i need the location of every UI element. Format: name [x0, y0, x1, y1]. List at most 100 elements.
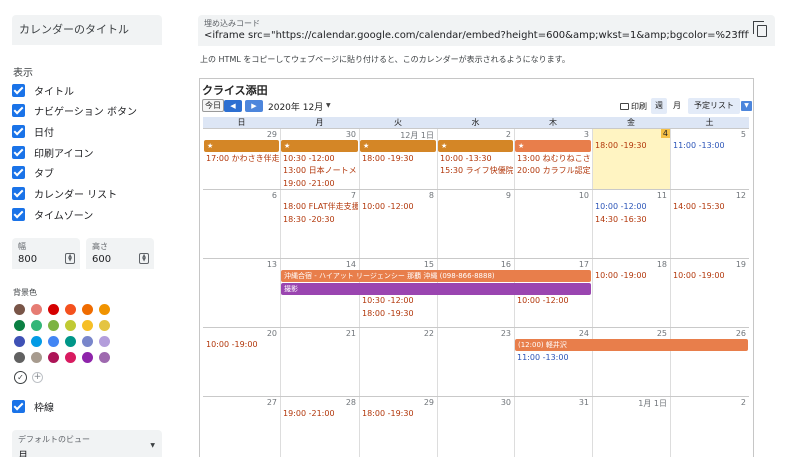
- day-number[interactable]: 22: [424, 329, 434, 338]
- day-number[interactable]: 31: [579, 398, 589, 407]
- day-number[interactable]: 7: [351, 191, 356, 200]
- show-print-icon-checkbox[interactable]: 印刷アイコン: [12, 144, 94, 160]
- day-cell[interactable]: 5: [670, 129, 749, 189]
- day-number[interactable]: 6: [272, 191, 277, 200]
- day-number[interactable]: 2: [741, 398, 746, 407]
- event-item[interactable]: 10:00 -13:30: [440, 153, 513, 164]
- calendar-title-input[interactable]: カレンダーのタイトル: [12, 15, 162, 45]
- color-swatch[interactable]: [82, 336, 93, 347]
- event-item[interactable]: 18:30 -20:30: [283, 214, 358, 225]
- event-item[interactable]: 11:00 -13:00: [517, 352, 591, 363]
- color-swatch[interactable]: [31, 320, 42, 331]
- event-bar[interactable]: 撮影: [281, 283, 591, 295]
- day-number[interactable]: 21: [346, 329, 356, 338]
- event-item[interactable]: 14:30 -16:30: [595, 214, 669, 225]
- event-item[interactable]: 18:00 -19:30: [362, 308, 436, 319]
- color-swatch[interactable]: [48, 320, 59, 331]
- day-number[interactable]: 13: [267, 260, 277, 269]
- event-bar[interactable]: 沖縄合宿 - ハイアット リージェンシー 那覇 沖縄 (098-866-8888…: [281, 270, 591, 282]
- tab-month[interactable]: 月: [669, 98, 685, 114]
- color-swatch[interactable]: [31, 336, 42, 347]
- color-swatch[interactable]: [99, 304, 110, 315]
- color-swatch[interactable]: [82, 304, 93, 315]
- height-stepper-icon[interactable]: ▲ ▼: [139, 253, 149, 264]
- event-item[interactable]: 10:30 -12:00: [362, 295, 436, 306]
- day-number[interactable]: 12: [736, 191, 746, 200]
- color-swatch[interactable]: [14, 320, 25, 331]
- day-cell[interactable]: 6: [203, 190, 280, 258]
- event-bar[interactable]: ★: [438, 140, 513, 152]
- color-swatch[interactable]: [14, 352, 25, 363]
- event-item[interactable]: 18:00 FLAT伴走支援会: [283, 201, 358, 212]
- day-cell[interactable]: 27: [203, 397, 280, 457]
- day-number[interactable]: 24: [579, 329, 589, 338]
- day-number[interactable]: 2: [506, 130, 511, 139]
- day-number[interactable]: 30: [346, 130, 356, 139]
- day-number[interactable]: 17: [579, 260, 589, 269]
- color-swatch[interactable]: [48, 336, 59, 347]
- checkbox-checked-icon[interactable]: [12, 124, 25, 138]
- event-item[interactable]: 18:00 -19:30: [362, 153, 436, 164]
- day-cell[interactable]: 22: [359, 328, 437, 396]
- event-item[interactable]: 14:00 -15:30: [673, 201, 748, 212]
- color-swatch[interactable]: [65, 352, 76, 363]
- day-number[interactable]: 23: [501, 329, 511, 338]
- day-number[interactable]: 30: [501, 398, 511, 407]
- color-swatch[interactable]: [31, 304, 42, 315]
- event-item[interactable]: 20:00 カラフル認定講座: [517, 165, 591, 176]
- copy-icon[interactable]: [753, 21, 767, 37]
- checkbox-checked-icon[interactable]: [12, 399, 25, 413]
- event-item[interactable]: 10:00 -19:00: [595, 270, 669, 281]
- day-number[interactable]: 19: [736, 260, 746, 269]
- show-date-checkbox[interactable]: 日付: [12, 123, 54, 139]
- day-number[interactable]: 8: [429, 191, 434, 200]
- month-picker-caret-icon[interactable]: ▼: [326, 102, 331, 109]
- day-number[interactable]: 10: [579, 191, 589, 200]
- color-swatch[interactable]: [65, 320, 76, 331]
- checkbox-checked-icon[interactable]: [12, 207, 25, 221]
- day-cell[interactable]: 13: [203, 259, 280, 327]
- day-number[interactable]: 18: [657, 260, 667, 269]
- show-title-checkbox[interactable]: タイトル: [12, 82, 74, 98]
- show-calendar-list-checkbox[interactable]: カレンダー リスト: [12, 186, 117, 202]
- day-number[interactable]: 15: [424, 260, 434, 269]
- default-view-select[interactable]: デフォルトのビュー 月 ▼: [12, 430, 162, 457]
- event-item[interactable]: 11:00 -13:00: [673, 140, 748, 151]
- day-number[interactable]: 28: [346, 398, 356, 407]
- color-swatch[interactable]: [31, 352, 42, 363]
- day-number[interactable]: 5: [741, 130, 746, 139]
- event-item[interactable]: 10:30 -12:00: [283, 153, 358, 164]
- color-swatch[interactable]: [99, 320, 110, 331]
- event-item[interactable]: 18:00 -19:30: [362, 408, 436, 419]
- day-number[interactable]: 27: [267, 398, 277, 407]
- event-bar[interactable]: (12:00) 軽井沢: [515, 339, 748, 351]
- event-item[interactable]: 10:00 -12:00: [517, 295, 591, 306]
- embed-code-field[interactable]: 埋め込みコード <iframe src="https://calendar.go…: [198, 15, 775, 46]
- show-timezone-checkbox[interactable]: タイムゾーン: [12, 206, 93, 222]
- event-item[interactable]: 18:00 -19:30: [595, 140, 669, 151]
- event-bar[interactable]: ★: [281, 140, 358, 152]
- event-item[interactable]: 13:00 日本ノートメッセ: [283, 165, 358, 176]
- event-item[interactable]: 10:00 -19:00: [206, 339, 279, 350]
- event-item[interactable]: 19:00 -21:00: [283, 178, 358, 189]
- day-cell[interactable]: 4: [592, 129, 670, 189]
- day-number[interactable]: 3: [584, 130, 589, 139]
- color-swatch[interactable]: [48, 352, 59, 363]
- day-cell[interactable]: 30: [437, 397, 514, 457]
- event-item[interactable]: 13:00 ねむりねこさんの: [517, 153, 591, 164]
- today-button[interactable]: 今日: [202, 99, 224, 112]
- event-item[interactable]: 15:30 ライフ快優院: [440, 165, 513, 176]
- day-number[interactable]: 20: [267, 329, 277, 338]
- day-cell[interactable]: 1月 1日: [592, 397, 670, 457]
- event-item[interactable]: 10:00 -12:00: [362, 201, 436, 212]
- color-swatch[interactable]: [82, 352, 93, 363]
- calendar-list-dropdown-icon[interactable]: ▼: [741, 101, 752, 111]
- event-bar[interactable]: ★: [204, 140, 279, 152]
- color-swatch[interactable]: [82, 320, 93, 331]
- checkbox-checked-icon[interactable]: [12, 187, 25, 200]
- day-cell[interactable]: 28: [280, 397, 359, 457]
- color-swatch[interactable]: [48, 304, 59, 315]
- tab-week[interactable]: 週: [651, 98, 667, 114]
- day-number[interactable]: 16: [501, 260, 511, 269]
- color-swatch[interactable]: [14, 336, 25, 347]
